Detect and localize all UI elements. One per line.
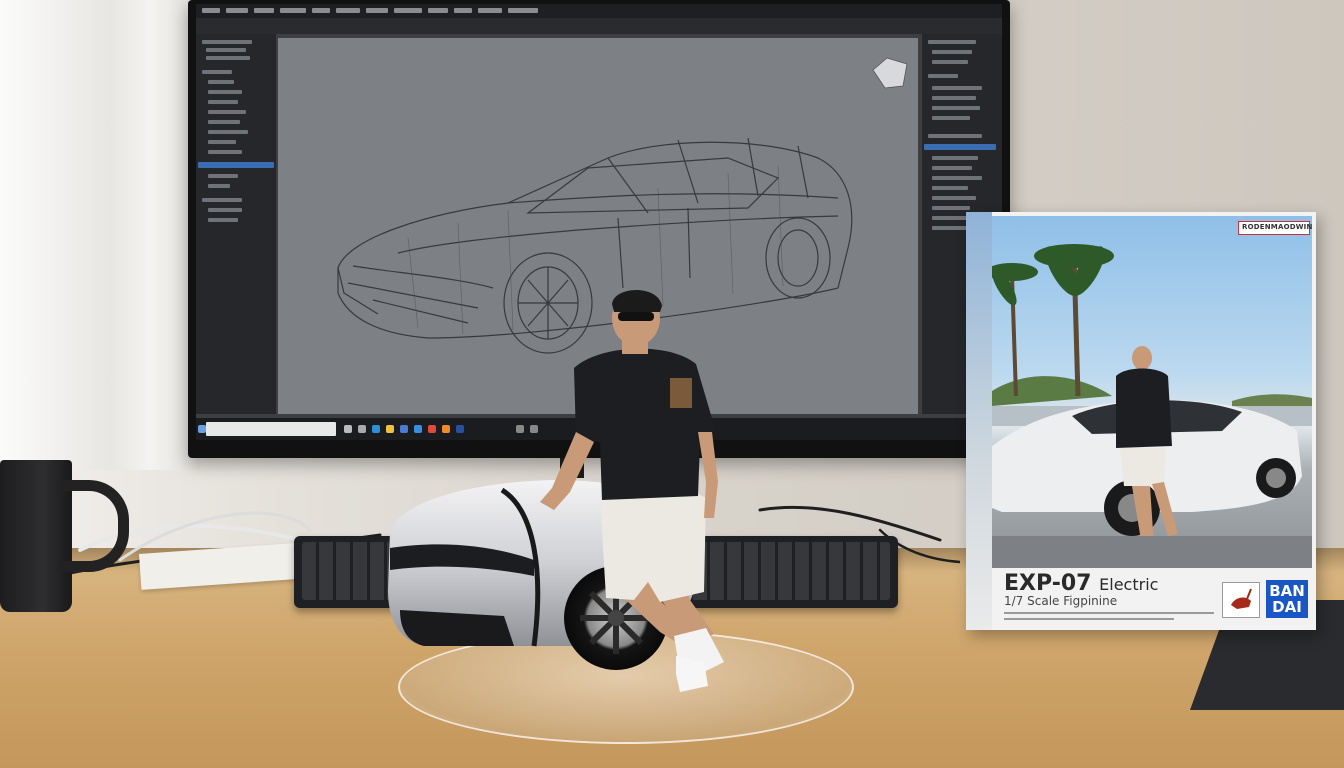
box-subtitle: 1/7 Scale Figpinine <box>1004 594 1118 608</box>
taskbar-search-input[interactable] <box>206 422 336 436</box>
brand-logo: BAN DAI <box>1266 580 1308 618</box>
brand-logo-line2: DAI <box>1272 598 1302 616</box>
box-title-suffix: Electric <box>1099 575 1159 594</box>
hair <box>612 290 662 312</box>
box-title-main: EXP-07 <box>1004 571 1092 596</box>
taskview-icon[interactable] <box>358 425 366 433</box>
mug-handle <box>62 480 129 572</box>
chrome-icon[interactable] <box>428 425 436 433</box>
sunglasses <box>618 312 654 321</box>
search-icon[interactable] <box>344 425 352 433</box>
app-toolbar <box>196 18 1002 34</box>
window-curtain <box>0 0 200 470</box>
edge-icon[interactable] <box>372 425 380 433</box>
box-top-badge-text: RODENMAODWIN <box>1242 223 1313 231</box>
windows-icon[interactable] <box>198 425 206 433</box>
photoshop-icon[interactable] <box>456 425 464 433</box>
box-top-badge: RODENMAODWIN <box>1238 221 1313 235</box>
box-cover-illustration <box>992 244 1312 568</box>
brand-logo-line1: BAN <box>1269 582 1305 600</box>
photo-scene: RODENMAODWIN EXP-07 Electric 1/7 Scale F… <box>0 0 1344 768</box>
folder-icon[interactable] <box>386 425 394 433</box>
product-box-side <box>966 212 992 630</box>
shirt-pocket-patch <box>670 378 692 408</box>
figurine-person <box>540 290 724 692</box>
box-title: EXP-07 Electric <box>1004 571 1158 596</box>
box-cover-photo <box>992 216 1312 568</box>
blender-icon[interactable] <box>442 425 450 433</box>
outliner-panel <box>196 34 276 414</box>
app-menubar <box>196 4 1002 18</box>
mail-icon[interactable] <box>414 425 422 433</box>
store-icon[interactable] <box>400 425 408 433</box>
ostrich-logo-icon <box>1222 582 1260 618</box>
tray-icon[interactable] <box>516 425 524 433</box>
navigation-gizmo[interactable] <box>872 57 908 89</box>
box-fine-print <box>1004 612 1214 622</box>
